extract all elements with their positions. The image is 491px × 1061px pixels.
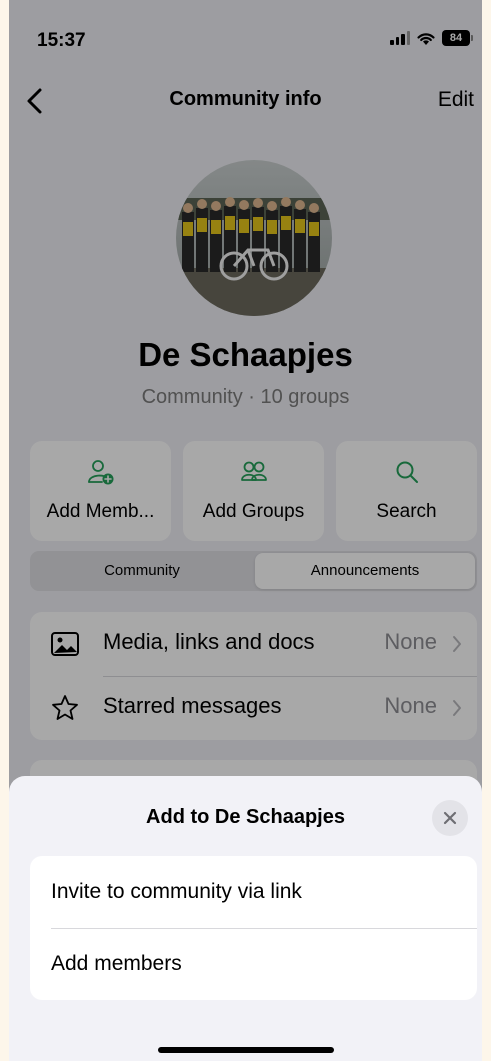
add-members-option-label: Add members [51,952,182,975]
invite-via-link-option[interactable]: Invite to community via link [30,856,477,928]
media-links-docs-label: Media, links and docs [103,629,315,654]
close-icon [443,811,457,825]
tab-community[interactable]: Community [32,553,252,589]
nav-bar: Community info Edit [9,80,482,124]
search-label: Search [376,501,437,522]
quick-actions: Add Memb... Add Groups Search [30,441,477,541]
info-list: Media, links and docs None Starred messa… [30,612,477,740]
community-avatar[interactable] [176,160,332,316]
invite-via-link-label: Invite to community via link [51,880,302,903]
add-members-option[interactable]: Add members [30,928,477,1000]
media-links-docs-row[interactable]: Media, links and docs None [30,612,477,676]
star-icon [52,695,78,720]
edit-button[interactable]: Edit [438,88,474,112]
add-members-label: Add Memb... [46,501,155,522]
community-name: De Schaapjes [138,336,353,373]
add-person-icon [87,460,113,485]
page-title: Community info [169,88,322,110]
close-button[interactable] [432,800,468,836]
signal-icon [390,31,410,45]
community-subtitle: Community · 10 groups [141,386,350,408]
search-button[interactable]: Search [336,441,477,541]
battery-icon: 84 [442,30,473,46]
groups-icon [240,461,267,481]
tab-announcements[interactable]: Announcements [255,553,475,589]
starred-messages-label: Starred messages [103,693,282,718]
sheet-options: Invite to community via link Add members [30,856,477,1000]
add-to-sheet: Add to De Schaapjes Invite to community … [9,776,482,1061]
status-icons: 84 [390,30,473,46]
chevron-right-icon [453,700,461,716]
wifi-icon [417,32,435,45]
home-indicator[interactable] [158,1047,334,1053]
status-bar: 15:37 84 [9,0,482,80]
media-links-docs-value: None [384,629,437,654]
add-groups-label: Add Groups [202,501,305,522]
segmented-control: Community Announcements [30,551,477,591]
chevron-right-icon [453,636,461,652]
search-icon [396,461,418,483]
photo-icon [51,632,79,656]
starred-messages-row[interactable]: Starred messages None [30,676,477,740]
screen: 15:37 84 Community info Edit De Schaapje… [9,0,482,1061]
add-groups-button[interactable]: Add Groups [183,441,324,541]
sheet-title: Add to De Schaapjes [146,806,345,828]
add-members-button[interactable]: Add Memb... [30,441,171,541]
starred-messages-value: None [384,693,437,718]
status-time: 15:37 [37,30,86,51]
